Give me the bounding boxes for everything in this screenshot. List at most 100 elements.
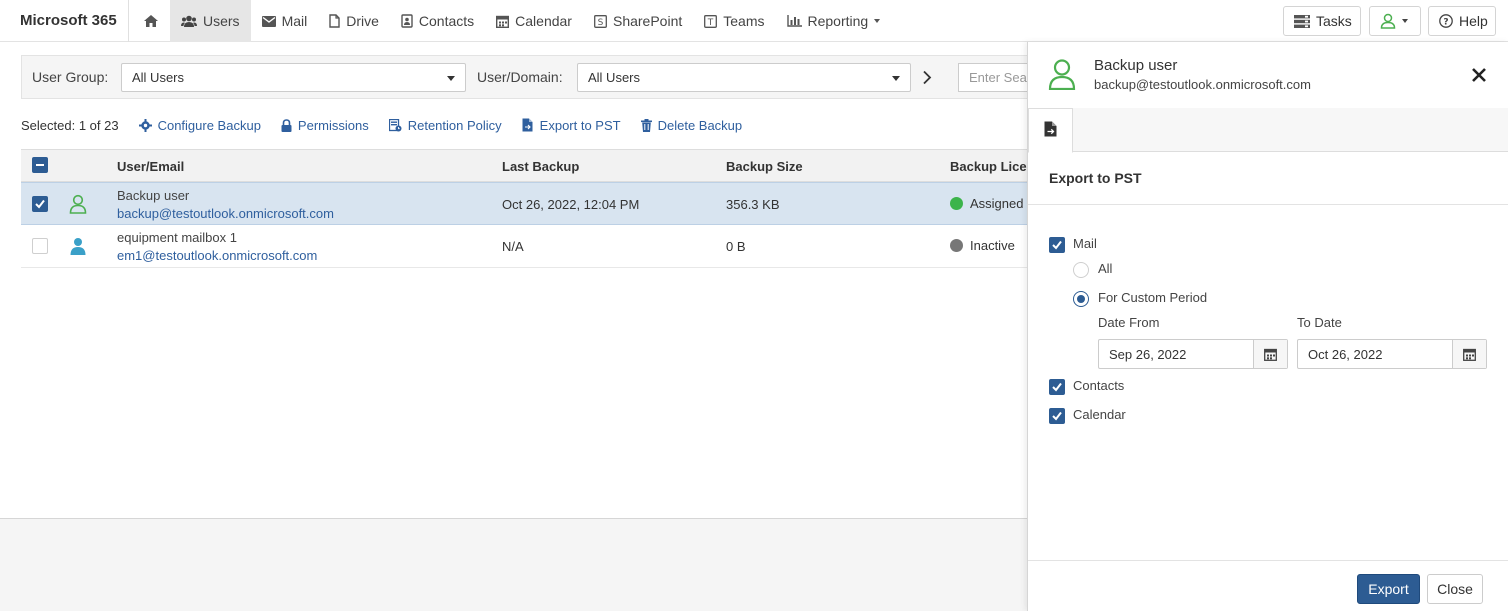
user-group-select[interactable]: All Users	[121, 63, 466, 92]
nav-sharepoint-label: SharePoint	[612, 13, 683, 29]
close-icon[interactable]	[1470, 66, 1488, 84]
to-date-input[interactable]: Oct 26, 2022	[1297, 339, 1487, 369]
chevron-down-icon	[874, 19, 881, 23]
to-date-value: Oct 26, 2022	[1308, 347, 1383, 362]
table-row[interactable]: equipment mailbox 1 em1@testoutlook.onmi…	[21, 225, 1031, 268]
delete-backup-button[interactable]: Delete Backup	[640, 118, 742, 133]
user-group-label: User Group:	[32, 69, 109, 85]
mail-icon	[261, 15, 276, 27]
content-footer	[0, 519, 1027, 611]
all-label: All	[1098, 261, 1113, 276]
user-menu-button[interactable]	[1369, 6, 1421, 36]
nav-contacts-label: Contacts	[418, 13, 475, 29]
mail-checkbox[interactable]	[1049, 237, 1065, 253]
custom-period-label: For Custom Period	[1098, 290, 1208, 305]
license-status: Inactive	[950, 238, 1015, 253]
contacts-label: Contacts	[1073, 378, 1125, 393]
lock-icon	[281, 118, 292, 132]
nav-users-label: Users	[203, 13, 240, 29]
nav-calendar[interactable]: Calendar	[485, 0, 583, 42]
retention-policy-button[interactable]: Retention Policy	[388, 117, 502, 133]
user-domain-label: User/Domain:	[477, 69, 563, 85]
top-navbar: Microsoft 365 Users Mail Drive Contacts …	[0, 0, 1508, 42]
contacts-checkbox[interactable]	[1049, 379, 1065, 395]
section-title: Export to PST	[1049, 170, 1142, 186]
nav-reporting[interactable]: Reporting	[776, 0, 892, 42]
export-icon	[1044, 121, 1058, 140]
column-header[interactable]: Last Backup	[502, 159, 579, 174]
all-radio[interactable]	[1073, 262, 1089, 278]
custom-period-radio[interactable]	[1073, 291, 1089, 307]
svg-text:T: T	[707, 18, 714, 28]
export-to-pst-button[interactable]: Export to PST	[522, 118, 621, 133]
panel-footer-divider	[1028, 560, 1508, 561]
last-backup: Oct 26, 2022, 12:04 PM	[502, 197, 640, 212]
license-status: Assigned	[950, 196, 1023, 211]
user-group-value: All Users	[132, 70, 185, 85]
calendar-checkbox[interactable]	[1049, 408, 1065, 424]
user-name: Backup user	[117, 188, 190, 203]
user-name: equipment mailbox 1	[117, 230, 237, 245]
retention-icon	[388, 118, 402, 132]
calendar-icon[interactable]	[1253, 340, 1287, 368]
close-button[interactable]: Close	[1427, 574, 1483, 604]
date-from-label: Date From	[1098, 315, 1160, 330]
users-table: User/Email Last Backup Backup Size Backu…	[21, 149, 1031, 268]
permissions-button[interactable]: Permissions	[281, 118, 369, 133]
trash-icon	[640, 118, 652, 132]
date-from-value: Sep 26, 2022	[1109, 347, 1187, 362]
retention-policy-label: Retention Policy	[407, 117, 502, 133]
tab-export[interactable]	[1028, 108, 1073, 153]
tasks-icon	[1294, 14, 1310, 28]
help-button[interactable]: ? Help	[1428, 6, 1496, 36]
nav-contacts[interactable]: Contacts	[390, 0, 485, 42]
user-domain-value: All Users	[588, 70, 641, 85]
help-label: Help	[1459, 13, 1488, 29]
last-backup: N/A	[502, 239, 524, 254]
teams-icon: T	[704, 14, 718, 28]
nav-drive[interactable]: Drive	[318, 0, 390, 42]
action-bar: Selected: 1 of 23 Configure Backup Permi…	[21, 116, 762, 134]
nav-calendar-label: Calendar	[515, 13, 572, 29]
status-dot-icon	[950, 197, 963, 210]
row-checkbox[interactable]	[32, 238, 48, 254]
svg-text:?: ?	[1443, 18, 1448, 28]
contacts-icon	[401, 14, 413, 28]
user-icon	[1380, 13, 1396, 29]
chevron-right-icon[interactable]	[922, 70, 932, 88]
calendar-icon	[496, 15, 510, 28]
export-to-pst-label: Export to PST	[539, 117, 621, 133]
to-date-label: To Date	[1297, 315, 1342, 330]
nav-home[interactable]	[130, 0, 170, 42]
row-checkbox[interactable]	[32, 196, 48, 212]
nav-mail[interactable]: Mail	[251, 0, 319, 42]
export-icon	[522, 118, 534, 132]
nav-teams-label: Teams	[723, 13, 765, 29]
calendar-icon[interactable]	[1452, 340, 1486, 368]
select-all-checkbox[interactable]	[32, 157, 48, 173]
nav-sharepoint[interactable]: S SharePoint	[583, 0, 693, 42]
configure-backup-button[interactable]: Configure Backup	[138, 118, 261, 133]
user-email[interactable]: em1@testoutlook.onmicrosoft.com	[117, 248, 317, 263]
table-row[interactable]: Backup user backup@testoutlook.onmicroso…	[21, 182, 1031, 225]
nav-teams[interactable]: T Teams	[693, 0, 775, 42]
export-panel: Backup user backup@testoutlook.onmicroso…	[1027, 42, 1508, 611]
user-email[interactable]: backup@testoutlook.onmicrosoft.com	[117, 206, 334, 221]
column-header[interactable]: Backup License	[950, 159, 1027, 174]
brand-title[interactable]: Microsoft 365	[0, 0, 129, 42]
user-icon	[1048, 58, 1076, 93]
column-header[interactable]: Backup Size	[726, 159, 803, 174]
user-icon	[69, 194, 87, 217]
panel-tabs	[1028, 108, 1508, 153]
column-header[interactable]: User/Email	[117, 159, 184, 174]
nav-users[interactable]: Users	[170, 0, 251, 42]
user-domain-select[interactable]: All Users	[577, 63, 911, 92]
panel-subtitle: backup@testoutlook.onmicrosoft.com	[1094, 77, 1311, 92]
gear-icon	[138, 118, 152, 132]
svg-text:S: S	[598, 18, 604, 28]
export-button[interactable]: Export	[1357, 574, 1420, 604]
date-from-input[interactable]: Sep 26, 2022	[1098, 339, 1288, 369]
status-dot-icon	[950, 239, 963, 252]
tasks-button[interactable]: Tasks	[1283, 6, 1361, 36]
search-input[interactable]: Enter Search	[958, 63, 1038, 92]
